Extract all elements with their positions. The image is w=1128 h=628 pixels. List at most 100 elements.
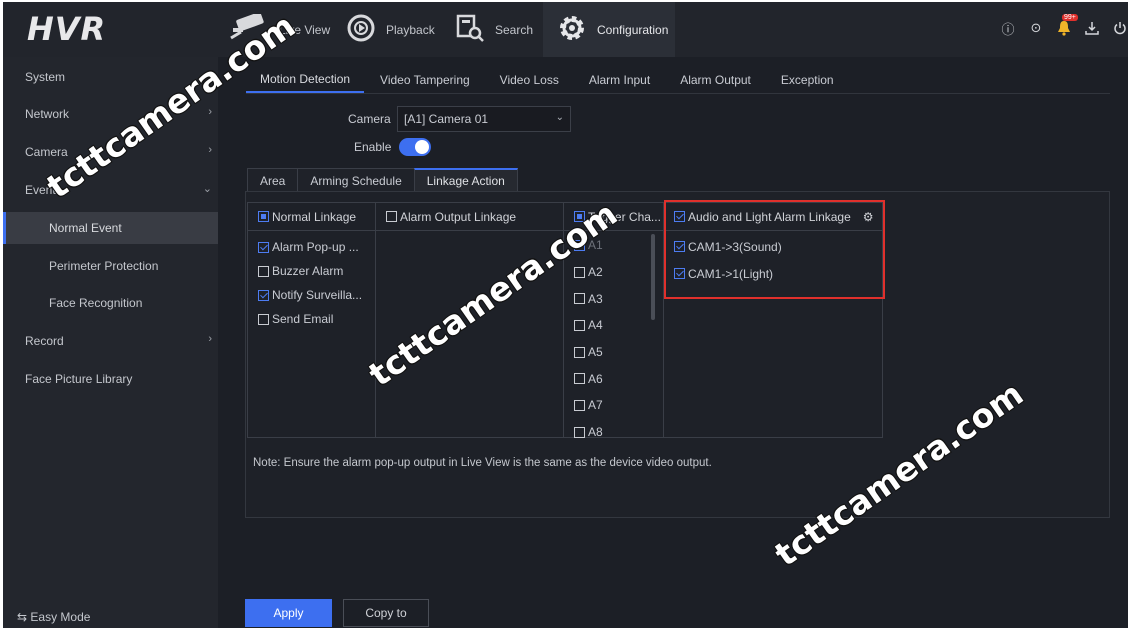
tab-alarm-input[interactable]: Alarm Input: [575, 67, 664, 93]
audio-light-linkage-column: Audio and Light Alarm Linkage ⚙ CAM1->3(…: [664, 203, 883, 437]
option-label: A2: [588, 265, 603, 280]
trigger-channel-a1[interactable]: A1: [564, 232, 663, 259]
trigger-channel-a5[interactable]: A5: [564, 339, 663, 366]
sidebar-item-label: Record: [25, 334, 64, 348]
linkage-option-buzzer-alarm[interactable]: Buzzer Alarm: [248, 259, 375, 283]
sidebar: System › Network › Camera › Event ⌄ Norm…: [3, 57, 218, 628]
checkbox[interactable]: [574, 426, 585, 438]
column-header-label: Trigger Cha...: [588, 209, 661, 224]
tab-arming-schedule[interactable]: Arming Schedule: [297, 168, 415, 192]
sidebar-item-system[interactable]: System ›: [3, 61, 218, 93]
checkbox[interactable]: [574, 373, 585, 385]
tab-alarm-output[interactable]: Alarm Output: [666, 67, 765, 93]
trigger-channel-a6[interactable]: A6: [564, 365, 663, 392]
audio-light-option-sound[interactable]: CAM1->3(Sound): [664, 233, 883, 260]
checkbox[interactable]: [258, 313, 269, 325]
logo: HVR: [27, 10, 107, 48]
checkbox[interactable]: [574, 346, 585, 358]
trigger-channel-a8[interactable]: A8: [564, 419, 663, 446]
option-label: A5: [588, 345, 603, 360]
linkage-option-alarm-popup[interactable]: Alarm Pop-up ...: [248, 235, 375, 259]
sidebar-item-record[interactable]: Record ›: [3, 325, 218, 357]
sidebar-item-network[interactable]: Network ›: [3, 98, 218, 130]
column-header-label: Alarm Output Linkage: [400, 209, 517, 224]
download-icon[interactable]: [1084, 20, 1100, 36]
alarm-bell-icon[interactable]: 99+: [1056, 14, 1078, 36]
linkage-table: Normal Linkage Alarm Pop-up ... Buzzer A…: [247, 202, 883, 439]
nav-configuration[interactable]: Configuration: [543, 2, 675, 57]
camera-select[interactable]: [A1] Camera 01 ⌄: [397, 106, 571, 132]
sidebar-item-label: System: [25, 70, 66, 84]
linkage-option-notify-surveillance[interactable]: Notify Surveilla...: [248, 283, 375, 307]
sidebar-item-label: Face Recognition: [49, 296, 143, 310]
sidebar-item-camera[interactable]: Camera ›: [3, 136, 218, 168]
checkbox[interactable]: [258, 289, 269, 301]
linkage-option-send-email[interactable]: Send Email: [248, 307, 375, 331]
record-status-icon[interactable]: ⊙: [1028, 20, 1044, 36]
option-label: Send Email: [272, 312, 334, 326]
checkbox[interactable]: [674, 241, 685, 252]
chevron-right-icon: ›: [208, 144, 212, 156]
checkbox[interactable]: [258, 241, 269, 253]
tab-video-loss[interactable]: Video Loss: [486, 67, 573, 93]
trigger-channel-a2[interactable]: A2: [564, 259, 663, 286]
trigger-channel-header[interactable]: Trigger Cha...: [564, 203, 663, 231]
power-icon[interactable]: [1112, 20, 1128, 36]
checkbox[interactable]: [674, 211, 685, 222]
sidebar-item-perimeter-protection[interactable]: Perimeter Protection: [3, 250, 218, 282]
option-label: A4: [588, 318, 603, 333]
checkbox[interactable]: [674, 268, 685, 279]
option-label: A7: [588, 398, 603, 413]
alarm-output-linkage-header[interactable]: Alarm Output Linkage: [376, 203, 563, 231]
tab-area[interactable]: Area: [247, 168, 299, 192]
info-icon[interactable]: ⓘ: [1000, 20, 1016, 37]
sidebar-item-face-recognition[interactable]: Face Recognition: [3, 287, 218, 319]
easy-mode-link[interactable]: ⇆ Easy Mode: [17, 610, 90, 624]
checkbox[interactable]: [574, 293, 585, 305]
option-label: A6: [588, 371, 603, 386]
normal-linkage-header[interactable]: Normal Linkage: [248, 203, 375, 231]
enable-toggle[interactable]: [399, 138, 431, 156]
sidebar-item-normal-event[interactable]: Normal Event: [3, 212, 218, 244]
trigger-channel-a4[interactable]: A4: [564, 312, 663, 339]
tab-linkage-action[interactable]: Linkage Action: [413, 168, 518, 192]
sidebar-item-face-picture-library[interactable]: Face Picture Library: [3, 363, 218, 395]
trigger-channel-a3[interactable]: A3: [564, 285, 663, 312]
chevron-down-icon: ⌄: [202, 183, 212, 195]
column-header-label: Normal Linkage: [272, 209, 357, 224]
nav-label: Configuration: [597, 22, 669, 37]
nav-live-view[interactable]: Live View: [229, 2, 339, 57]
apply-button[interactable]: Apply: [245, 599, 332, 627]
option-label: A1: [588, 238, 603, 253]
enable-label: Enable: [354, 140, 392, 154]
alarm-badge: 99+: [1062, 14, 1078, 21]
nav-label: Playback: [386, 22, 435, 37]
tab-video-tampering[interactable]: Video Tampering: [366, 67, 484, 93]
checkbox[interactable]: [574, 319, 585, 331]
audio-light-linkage-header[interactable]: Audio and Light Alarm Linkage ⚙: [664, 203, 883, 231]
checkbox[interactable]: [386, 211, 397, 222]
checkbox[interactable]: [574, 399, 585, 411]
audio-light-option-light[interactable]: CAM1->1(Light): [664, 260, 883, 287]
sidebar-item-event[interactable]: Event ⌄: [3, 174, 218, 206]
trigger-channel-a7[interactable]: A7: [564, 392, 663, 419]
gear-icon: [557, 13, 587, 46]
scrollbar[interactable]: [651, 234, 655, 320]
alarm-output-linkage-column: Alarm Output Linkage: [376, 203, 564, 437]
nav-playback[interactable]: Playback: [346, 2, 446, 57]
checkbox[interactable]: [574, 211, 585, 222]
tab-motion-detection[interactable]: Motion Detection: [246, 67, 365, 93]
checkbox[interactable]: [258, 211, 269, 222]
checkbox[interactable]: [574, 266, 585, 278]
tab-exception[interactable]: Exception: [767, 67, 848, 93]
checkbox[interactable]: [574, 239, 585, 251]
chevron-right-icon: ›: [208, 69, 212, 81]
tabs-divider: [246, 93, 1110, 94]
option-label: Alarm Pop-up ...: [272, 240, 359, 254]
camera-icon: [229, 12, 269, 45]
column-header-label: Audio and Light Alarm Linkage: [688, 209, 851, 224]
gear-icon[interactable]: ⚙: [863, 210, 874, 224]
checkbox[interactable]: [258, 265, 269, 277]
nav-search[interactable]: Search: [455, 2, 545, 57]
copy-to-button[interactable]: Copy to: [343, 599, 429, 627]
